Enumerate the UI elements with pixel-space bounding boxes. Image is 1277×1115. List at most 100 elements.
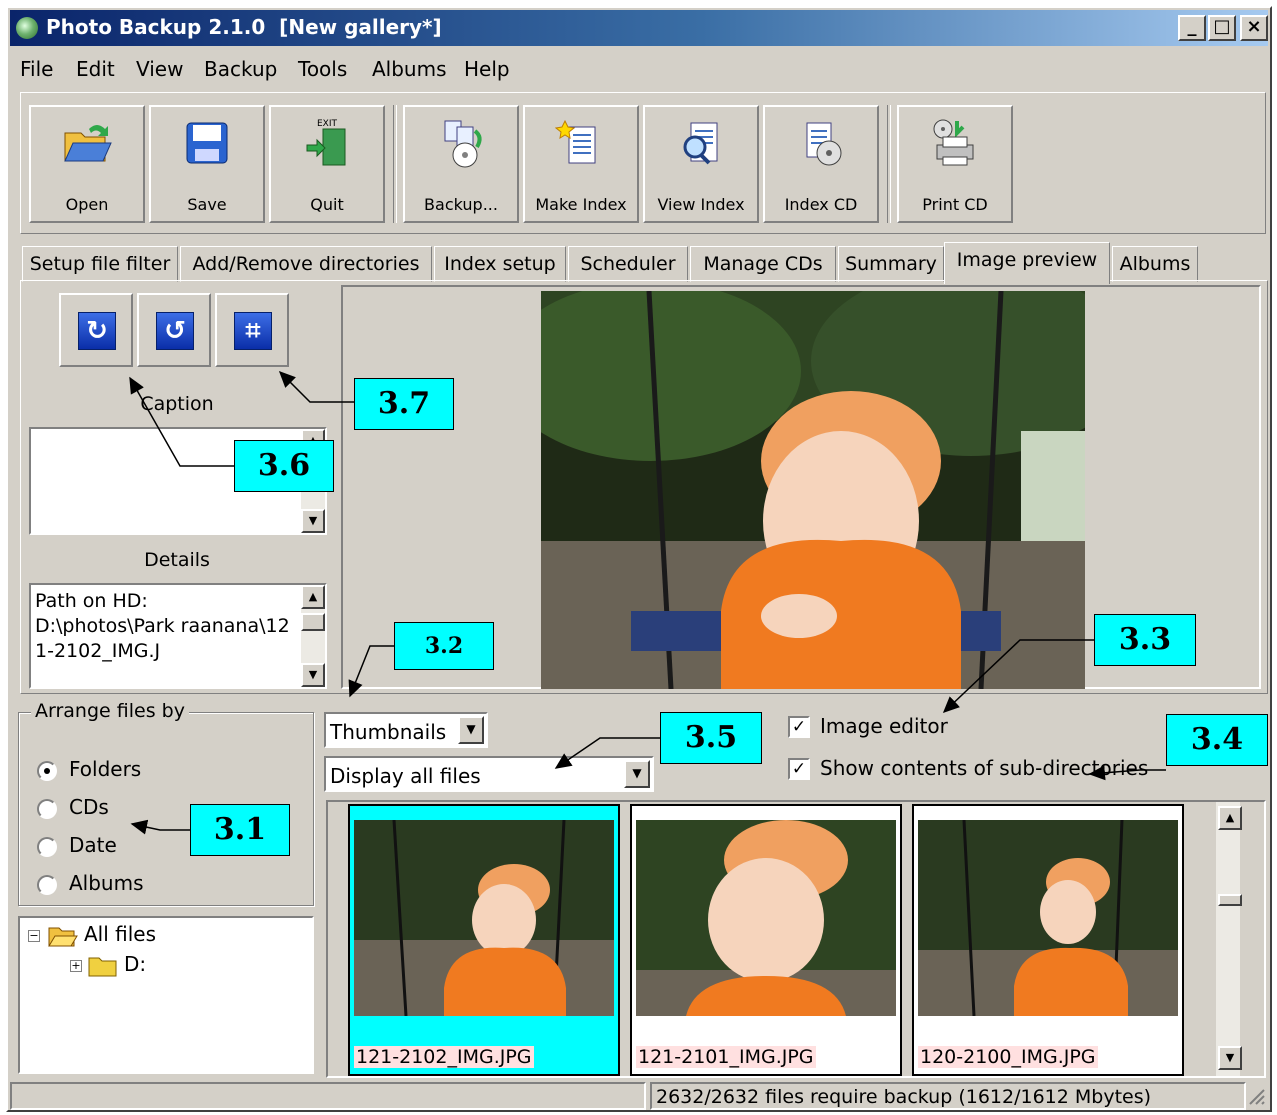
save-label: Save	[187, 195, 227, 214]
menu-help[interactable]: Help	[464, 57, 510, 81]
open-folder-icon	[48, 927, 78, 947]
scroll-down-icon[interactable]: ▼	[301, 663, 325, 687]
child-on-swing-photo	[541, 291, 1085, 689]
scroll-down-icon[interactable]: ▼	[301, 509, 325, 533]
resize-grip-icon[interactable]	[1246, 1086, 1266, 1106]
toolbar-separator	[887, 105, 891, 223]
files-panel: Arrange files by Folders CDs Date Albums…	[8, 698, 1270, 1078]
title-bar[interactable]: Photo Backup 2.1.0 [New gallery*] _ □ ×	[10, 10, 1268, 46]
dropdown-arrow-icon[interactable]: ▼	[624, 760, 650, 788]
sub-directories-label: Show contents of sub-directories	[820, 756, 1149, 780]
maximize-button[interactable]: □	[1208, 15, 1236, 41]
thumbnail-filename: 121-2102_IMG.JPG	[354, 1046, 534, 1068]
details-label: Details	[144, 549, 210, 571]
tab-summary[interactable]: Summary	[838, 246, 944, 282]
open-button[interactable]: Open	[29, 105, 145, 223]
callout-3-3: 3.3	[1094, 614, 1196, 666]
tab-setup-file-filter[interactable]: Setup file filter	[22, 246, 178, 282]
scroll-down-icon[interactable]: ▼	[1218, 1046, 1242, 1070]
menu-edit[interactable]: Edit	[76, 57, 115, 81]
backup-label: Backup...	[424, 195, 498, 214]
crop-icon: ⌗	[234, 312, 272, 350]
callout-3-5: 3.5	[660, 712, 762, 764]
radio-folders-label: Folders	[69, 757, 142, 781]
thumbnail-filename: 120-2100_IMG.JPG	[918, 1046, 1098, 1068]
thumbnail-item[interactable]: 120-2100_IMG.JPG	[912, 804, 1184, 1076]
thumbnail-image	[354, 820, 614, 1016]
open-folder-icon	[64, 125, 112, 162]
tree-root-label[interactable]: All files	[84, 922, 156, 946]
toolbar: Open Save EXIT Quit Backup... Make Index…	[20, 92, 1266, 234]
menu-albums[interactable]: Albums	[372, 57, 447, 81]
folder-tree[interactable]: − All files + D:	[18, 916, 314, 1074]
save-button[interactable]: Save	[149, 105, 265, 223]
menu-view[interactable]: View	[136, 57, 183, 81]
thumbnail-image	[918, 820, 1178, 1016]
backup-icon	[444, 120, 482, 168]
image-preview-page: ↻ ↺ ⌗ Caption ▲ ▼ Details Path on HD: D:…	[20, 280, 1268, 694]
thumbnail-item[interactable]: 121-2101_IMG.JPG	[630, 804, 902, 1076]
rotate-right-button[interactable]: ↻	[59, 293, 133, 367]
view-mode-value: Thumbnails	[330, 720, 447, 744]
scroll-up-icon[interactable]: ▲	[1218, 806, 1242, 830]
preview-photo[interactable]	[541, 291, 1085, 689]
menu-bar: File Edit View Backup Tools Albums Help	[10, 50, 1268, 84]
menu-file[interactable]: File	[20, 57, 53, 81]
scroll-up-icon[interactable]: ▲	[301, 585, 325, 609]
tab-add-remove-directories[interactable]: Add/Remove directories	[180, 246, 432, 282]
floppy-disk-icon	[186, 122, 228, 164]
thumbnail-image	[636, 820, 896, 1016]
make-index-label: Make Index	[535, 195, 627, 214]
dropdown-arrow-icon[interactable]: ▼	[458, 716, 484, 744]
thumbnail-grid: 121-2102_IMG.JPG 121-2101_IMG.JPG 120-21…	[326, 800, 1266, 1078]
thumbnail-filename: 121-2101_IMG.JPG	[636, 1046, 816, 1068]
rotate-left-button[interactable]: ↺	[137, 293, 211, 367]
caption-label: Caption	[140, 393, 214, 415]
radio-albums-label: Albums	[69, 871, 144, 895]
print-cd-button[interactable]: Print CD	[897, 105, 1013, 223]
collapse-icon[interactable]: −	[28, 930, 40, 942]
toolbar-separator	[393, 105, 397, 223]
magnifier-document-icon	[683, 122, 718, 165]
view-index-button[interactable]: View Index	[643, 105, 759, 223]
new-document-icon	[555, 119, 596, 164]
index-cd-icon	[806, 122, 842, 166]
callout-3-6: 3.6	[234, 440, 334, 492]
callout-3-1: 3.1	[190, 804, 290, 856]
image-editor-label: Image editor	[820, 714, 948, 738]
minimize-button[interactable]: _	[1178, 15, 1206, 41]
menu-backup[interactable]: Backup	[204, 57, 277, 81]
tab-image-preview[interactable]: Image preview	[944, 242, 1110, 284]
status-bar: 2632/2632 files require backup (1612/161…	[10, 1080, 1268, 1110]
menu-tools[interactable]: Tools	[298, 57, 347, 81]
tab-albums[interactable]: Albums	[1112, 246, 1198, 282]
index-cd-label: Index CD	[784, 195, 858, 214]
file-filter-select[interactable]: Display all files ▼	[324, 756, 654, 792]
tree-drive-label[interactable]: D:	[124, 952, 146, 976]
close-button[interactable]: ×	[1240, 15, 1268, 41]
view-mode-select[interactable]: Thumbnails ▼	[324, 712, 488, 748]
checkmark-icon: ✓	[788, 758, 810, 780]
index-cd-button[interactable]: Index CD	[763, 105, 879, 223]
file-filter-value: Display all files	[330, 764, 481, 788]
tab-manage-cds[interactable]: Manage CDs	[690, 246, 836, 282]
expand-icon[interactable]: +	[70, 960, 82, 972]
scroll-thumb[interactable]	[1218, 894, 1242, 906]
details-textbox[interactable]: Path on HD: D:\photos\Park raanana\121-2…	[29, 583, 327, 689]
thumbnail-scrollbar[interactable]: ▲ ▼	[1216, 802, 1242, 1076]
thumbnail-item[interactable]: 121-2102_IMG.JPG	[348, 804, 620, 1076]
arrange-legend: Arrange files by	[31, 700, 189, 722]
radio-icon	[37, 799, 57, 819]
details-scrollbar[interactable]: ▲ ▼	[301, 585, 325, 687]
quit-button[interactable]: EXIT Quit	[269, 105, 385, 223]
backup-button[interactable]: Backup...	[403, 105, 519, 223]
callout-3-7: 3.7	[354, 378, 454, 430]
make-index-button[interactable]: Make Index	[523, 105, 639, 223]
radio-icon	[37, 837, 57, 857]
scroll-thumb[interactable]	[301, 613, 325, 631]
radio-icon	[37, 875, 57, 895]
tab-scheduler[interactable]: Scheduler	[568, 246, 688, 282]
crop-button[interactable]: ⌗	[215, 293, 289, 367]
tab-index-setup[interactable]: Index setup	[434, 246, 566, 282]
radio-date-label: Date	[69, 833, 117, 857]
